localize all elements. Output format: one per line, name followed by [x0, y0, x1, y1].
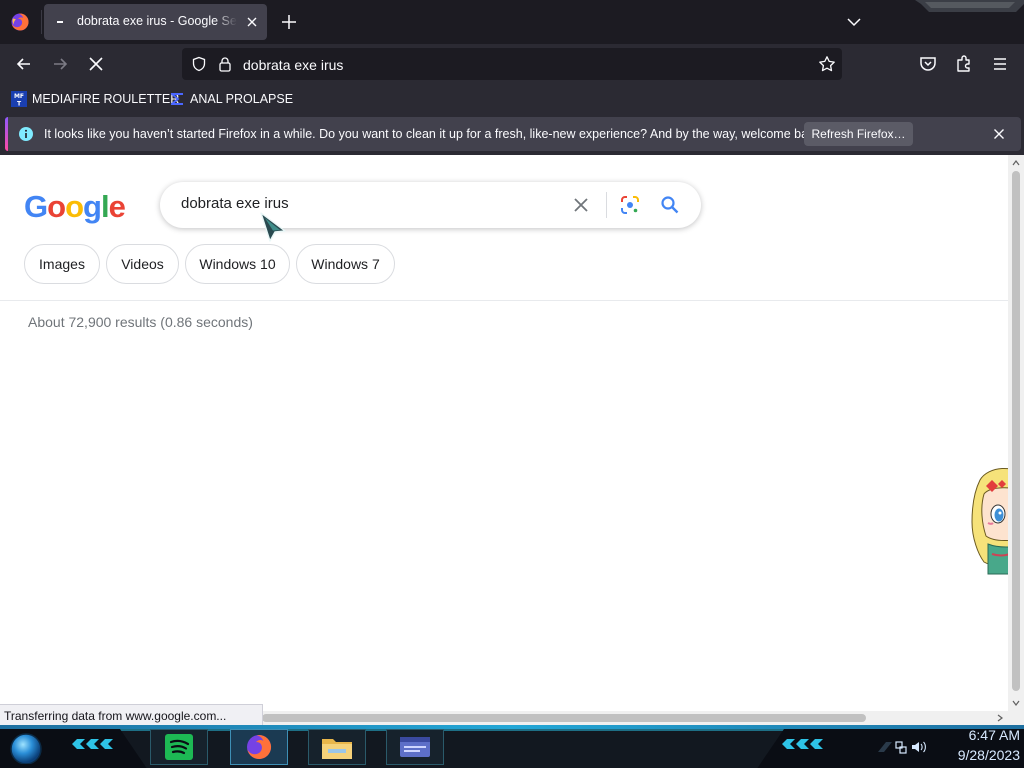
extensions-icon[interactable] [954, 54, 974, 74]
scrollbar-thumb[interactable] [1012, 171, 1020, 691]
bookmarks-toolbar: MF T MEDIAFIRE ROULETTER ANAL PROLAPSE [0, 85, 1024, 113]
svg-text:MF: MF [14, 93, 24, 100]
url-text[interactable]: dobrata exe irus [243, 57, 343, 73]
clock-date[interactable]: 9/28/2023 [930, 747, 1020, 763]
search-box[interactable]: dobrata exe irus [160, 182, 701, 228]
lock-icon[interactable] [218, 56, 232, 72]
mediafire-icon: MF T [11, 91, 27, 107]
status-panel: Transferring data from www.google.com... [0, 704, 263, 726]
tab-title: dobrata exe irus - Google Search [77, 14, 237, 28]
spotify-icon[interactable] [162, 731, 196, 763]
app-menu-hamburger-icon[interactable] [990, 54, 1010, 74]
google-lens-icon[interactable] [620, 195, 640, 215]
info-icon [19, 127, 33, 141]
system-tray [878, 738, 928, 756]
refresh-firefox-notification: It looks like you haven’t started Firefo… [0, 113, 1024, 155]
theme-corner-decoration [915, 0, 1024, 14]
desktop-mascot-character [958, 460, 1008, 586]
search-query[interactable]: dobrata exe irus [181, 195, 289, 212]
scroll-right-arrow-icon[interactable] [996, 714, 1004, 722]
scroll-up-arrow-icon[interactable] [1012, 159, 1020, 167]
bookmark-star-icon[interactable] [818, 55, 836, 73]
taskbar-chevrons-right [782, 739, 828, 749]
navigation-toolbar: dobrata exe irus [0, 44, 1024, 85]
logo-letter: o [47, 189, 66, 224]
forward-button[interactable] [50, 54, 70, 74]
back-button[interactable] [14, 54, 34, 74]
chip-windows-10[interactable]: Windows 10 [185, 244, 290, 284]
start-button[interactable] [7, 730, 45, 764]
google-results-page: Google dobrata exe irus Images Videos Wi… [0, 155, 1008, 711]
mouse-cursor-icon [259, 211, 289, 243]
search-icon[interactable] [660, 195, 680, 215]
google-logo[interactable]: Google [24, 189, 126, 225]
tab-bar: dobrata exe irus - Google Search [0, 0, 1024, 44]
clear-search-icon[interactable] [572, 196, 590, 214]
list-all-tabs-chevron-icon[interactable] [846, 14, 862, 30]
firefox-menu-icon[interactable] [10, 12, 30, 32]
tab-separator [41, 10, 42, 34]
stop-loading-button[interactable] [86, 54, 106, 74]
notification-accent-stripe [5, 117, 8, 151]
vertical-scrollbar[interactable] [1008, 155, 1024, 711]
taskbar: 6:47 AM 9/28/2023 [0, 725, 1024, 768]
scrollbar-corner [1008, 711, 1024, 725]
tab-google-search[interactable]: dobrata exe irus - Google Search [44, 4, 267, 40]
bookmark-label: MEDIAFIRE ROULETTER [32, 92, 180, 106]
logo-letter: l [100, 189, 110, 224]
chip-images[interactable]: Images [24, 244, 100, 284]
tracking-protection-shield-icon[interactable] [191, 56, 207, 72]
bookmark-mediafire-rouletter[interactable]: MF T MEDIAFIRE ROULETTER [11, 90, 179, 108]
taskbar-chevrons-left [72, 739, 118, 749]
file-explorer-icon[interactable] [320, 731, 354, 763]
header-divider [0, 300, 1008, 301]
logo-letter: G [24, 189, 48, 224]
url-bar[interactable]: dobrata exe irus [182, 48, 842, 80]
search-divider [606, 192, 607, 218]
bookmark-anal-prolapse[interactable]: ANAL PROLAPSE [169, 90, 293, 108]
pocket-icon[interactable] [918, 54, 938, 74]
logo-letter: g [83, 189, 102, 224]
tab-close-icon[interactable] [245, 15, 259, 29]
tab-loading-icon [57, 21, 63, 23]
window-app-icon[interactable] [398, 731, 432, 763]
notification-message: It looks like you haven’t started Firefo… [44, 127, 825, 141]
scroll-down-arrow-icon[interactable] [1012, 699, 1020, 707]
notification-close-icon[interactable] [993, 128, 1005, 140]
result-stats: About 72,900 results (0.86 seconds) [28, 314, 253, 330]
logo-letter: e [108, 189, 126, 224]
chip-windows-7[interactable]: Windows 7 [296, 244, 395, 284]
firefox-icon[interactable] [242, 731, 276, 763]
horizontal-scrollbar-thumb[interactable] [262, 714, 866, 722]
logo-letter: o [65, 189, 84, 224]
sigma-icon [169, 91, 185, 107]
taskbar-dock [120, 729, 784, 768]
bookmark-label: ANAL PROLAPSE [190, 92, 294, 106]
tray-deco [878, 742, 892, 752]
clock-time[interactable]: 6:47 AM [930, 727, 1020, 743]
new-tab-button[interactable] [280, 13, 298, 31]
chip-videos[interactable]: Videos [106, 244, 179, 284]
refresh-firefox-button[interactable]: Refresh Firefox… [804, 122, 913, 146]
